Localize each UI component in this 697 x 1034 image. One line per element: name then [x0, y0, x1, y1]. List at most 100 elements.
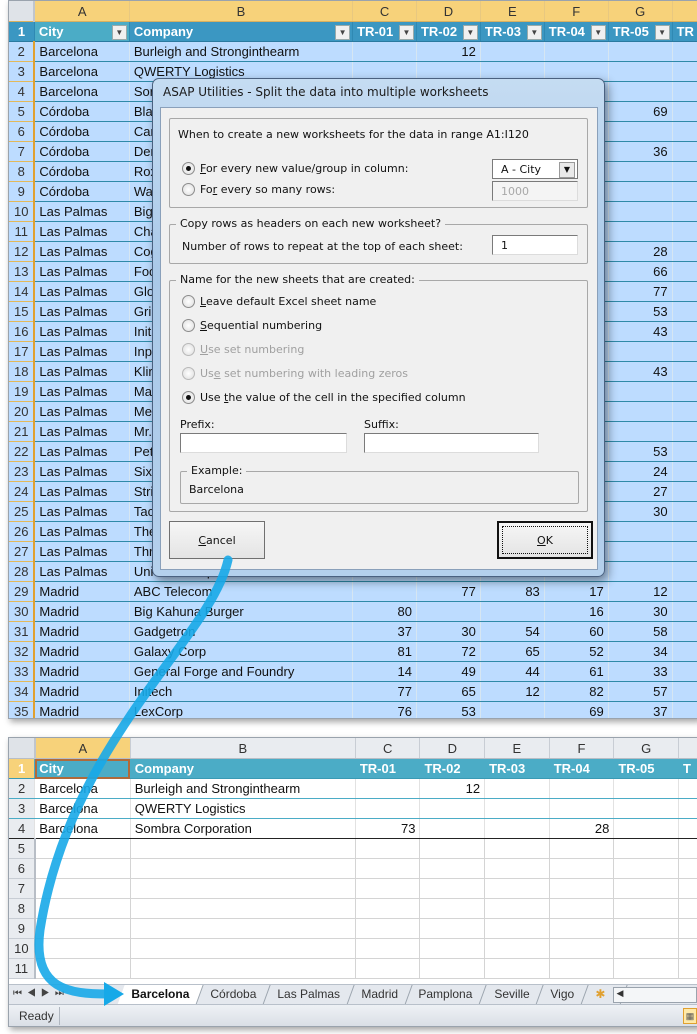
column-header-g[interactable]: G [608, 1, 673, 22]
row-header[interactable]: 3 [9, 61, 36, 82]
header-cell[interactable]: Company ▼ [129, 21, 354, 42]
empty-cell[interactable] [484, 898, 550, 919]
value-cell[interactable] [480, 601, 545, 622]
value-cell[interactable]: 58 [608, 621, 673, 642]
empty-cell[interactable] [130, 938, 356, 959]
city-cell[interactable]: Barcelona [34, 41, 130, 62]
empty-cell[interactable] [678, 898, 697, 919]
city-cell[interactable]: Las Palmas [34, 401, 130, 422]
value-cell[interactable]: 61 [544, 661, 609, 682]
value-cell[interactable]: 66 [608, 261, 673, 282]
row-header[interactable]: 5 [9, 101, 36, 122]
city-cell[interactable]: Córdoba [34, 141, 130, 162]
city-cell[interactable]: Las Palmas [34, 441, 130, 462]
column-select[interactable]: A - City ▼ [492, 159, 578, 179]
row-header[interactable]: 20 [9, 401, 36, 422]
empty-cell[interactable] [34, 838, 131, 859]
select-all-corner[interactable] [9, 1, 36, 22]
value-cell[interactable] [672, 241, 697, 262]
row-header[interactable]: 34 [9, 681, 36, 702]
sheet-nav-arrows-icon[interactable]: ⏮◀▶⏭ [13, 988, 69, 999]
row-header[interactable]: 11 [9, 958, 36, 979]
row-header[interactable]: 14 [9, 281, 36, 302]
row-header[interactable]: 4 [9, 818, 36, 839]
empty-cell[interactable] [549, 838, 615, 859]
empty-cell[interactable] [678, 858, 697, 879]
city-cell[interactable]: Madrid [34, 581, 130, 602]
prefix-input[interactable] [180, 433, 347, 453]
row-header[interactable]: 3 [9, 798, 36, 819]
empty-cell[interactable] [613, 838, 679, 859]
value-cell[interactable] [608, 381, 673, 402]
value-cell[interactable]: 37 [608, 701, 673, 718]
empty-cell[interactable] [419, 918, 486, 939]
city-cell[interactable]: Córdoba [34, 101, 130, 122]
value-cell[interactable] [352, 41, 417, 62]
value-cell[interactable]: 30 [608, 601, 673, 622]
row-header[interactable]: 29 [9, 581, 36, 602]
empty-cell[interactable] [130, 898, 356, 919]
value-cell[interactable]: 52 [544, 641, 609, 662]
value-cell[interactable] [608, 41, 673, 62]
filter-dropdown-icon[interactable]: ▼ [462, 25, 478, 40]
empty-cell[interactable] [613, 938, 679, 959]
radio-every-new-value[interactable]: For every new value/group in column: [182, 162, 408, 175]
value-cell[interactable]: 69 [544, 701, 609, 718]
city-cell[interactable]: Las Palmas [34, 341, 130, 362]
value-cell[interactable] [484, 818, 550, 839]
city-cell[interactable]: Las Palmas [34, 321, 130, 342]
empty-cell[interactable] [34, 878, 131, 899]
city-cell[interactable]: Las Palmas [34, 501, 130, 522]
row-header[interactable]: 18 [9, 361, 36, 382]
company-cell[interactable]: Burleigh and Stronginthearm [129, 41, 354, 62]
company-cell[interactable]: General Forge and Foundry [129, 661, 354, 682]
value-cell[interactable] [672, 581, 697, 602]
header-cell[interactable]: TR-05 [613, 758, 679, 779]
value-cell[interactable] [484, 798, 550, 819]
value-cell[interactable] [672, 321, 697, 342]
value-cell[interactable]: 60 [544, 621, 609, 642]
value-cell[interactable]: 43 [608, 361, 673, 382]
value-cell[interactable]: 65 [480, 641, 545, 662]
city-cell[interactable]: Las Palmas [34, 221, 130, 242]
empty-cell[interactable] [355, 878, 421, 899]
sheet-tab[interactable]: Barcelona [117, 985, 204, 1005]
city-cell[interactable]: Barcelona [34, 798, 131, 819]
value-cell[interactable] [672, 361, 697, 382]
value-cell[interactable]: 12 [419, 778, 486, 799]
value-cell[interactable] [608, 401, 673, 422]
sheet-tab[interactable]: Seville [479, 985, 544, 1005]
column-header-f[interactable]: F [544, 1, 609, 22]
value-cell[interactable] [419, 818, 486, 839]
value-cell[interactable] [672, 501, 697, 522]
filter-dropdown-icon[interactable]: ▼ [398, 25, 414, 40]
column-header-c[interactable]: C [355, 738, 421, 759]
value-cell[interactable]: 28 [549, 818, 615, 839]
value-cell[interactable] [419, 798, 486, 819]
empty-cell[interactable] [130, 838, 356, 859]
value-cell[interactable] [672, 61, 697, 82]
row-header[interactable]: 15 [9, 301, 36, 322]
column-header-e[interactable]: E [480, 1, 545, 22]
normal-view-icon[interactable]: ▦ [683, 1008, 697, 1024]
value-cell[interactable] [672, 621, 697, 642]
cancel-button[interactable]: Cancel [169, 521, 265, 559]
empty-cell[interactable] [34, 938, 131, 959]
value-cell[interactable]: 77 [608, 281, 673, 302]
value-cell[interactable] [613, 798, 679, 819]
row-header[interactable]: 35 [9, 701, 36, 718]
value-cell[interactable] [672, 421, 697, 442]
value-cell[interactable] [672, 101, 697, 122]
value-cell[interactable] [549, 778, 615, 799]
row-header[interactable]: 5 [9, 838, 36, 859]
empty-cell[interactable] [130, 958, 356, 979]
city-cell[interactable]: Córdoba [34, 121, 130, 142]
header-cell[interactable]: T [678, 758, 697, 779]
row-header[interactable]: 6 [9, 121, 36, 142]
row-header[interactable]: 32 [9, 641, 36, 662]
empty-cell[interactable] [419, 878, 486, 899]
row-header[interactable]: 1 [9, 21, 35, 42]
column-header-d[interactable]: D [419, 738, 486, 759]
company-cell[interactable]: Galaxy Corp [129, 641, 354, 662]
row-header[interactable]: 19 [9, 381, 36, 402]
